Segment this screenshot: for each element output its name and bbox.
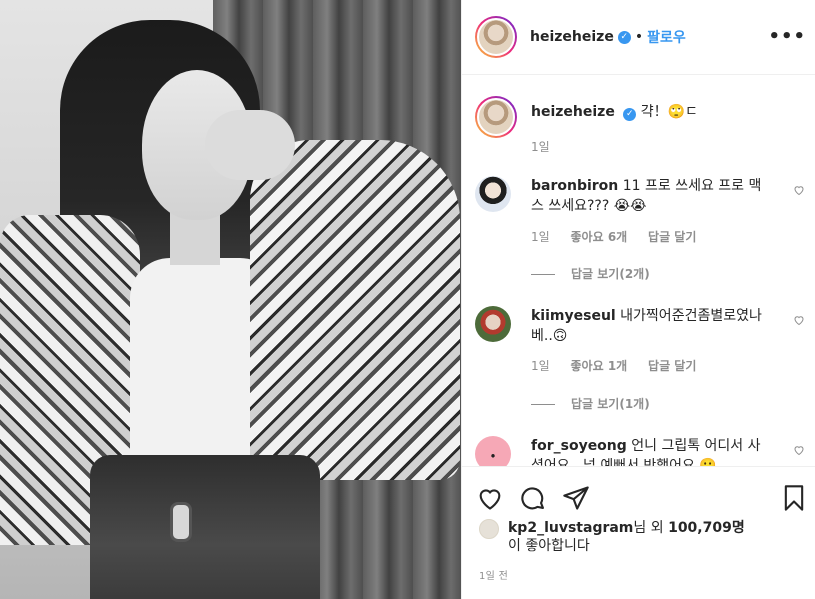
comment-avatar[interactable] [475,306,511,342]
comment-likes[interactable]: 좋아요 1개 [571,359,628,373]
photo-jeans [90,455,320,599]
caption-text: 갹！🙄ㄷ [640,104,698,120]
comment-bubble-icon[interactable] [519,484,547,512]
post-actions: kp2_luvstagram님 외 100,709명 이 좋아합니다 1일 전 [462,466,815,599]
post-header: heizeheize ✓ • 팔로우 ••• [462,0,815,75]
more-options-icon[interactable]: ••• [768,26,806,47]
view-replies-button[interactable]: 답글 보기(2개) [531,265,650,282]
likes-suffix: 님 외 [633,520,664,536]
likes-summary[interactable]: kp2_luvstagram님 외 100,709명 이 좋아합니다 [479,519,745,555]
comment-likes[interactable]: 좋아요 6개 [571,230,628,244]
author-avatar[interactable] [475,16,517,58]
liker-username[interactable]: kp2_luvstagram [508,520,633,536]
comment-time: 1일 [531,230,550,244]
comments-list[interactable]: heizeheize ✓ 갹！🙄ㄷ 1일 baronbiron 11 프로 쓰세… [462,76,815,466]
caption-author-avatar[interactable] [475,96,517,138]
comment-username[interactable]: kiimyeseul [531,308,616,324]
caption-time: 1일 [531,140,550,154]
comment-like-heart-icon[interactable] [793,184,805,196]
author-username[interactable]: heizeheize [530,29,614,45]
photo-jacket-right [250,140,460,480]
view-replies-button[interactable]: 답글 보기(1개) [531,395,650,412]
comment-reply-button[interactable]: 답글 달기 [648,359,696,373]
post-caption: heizeheize ✓ 갹！🙄ㄷ 1일 [475,96,805,155]
comment-username[interactable]: baronbiron [531,178,618,194]
photo-hand-v-sign [205,110,295,180]
share-send-icon[interactable] [562,484,590,512]
verified-badge-icon: ✓ [623,108,637,121]
comment-time: 1일 [531,359,550,373]
verified-badge-icon: ✓ [617,30,631,44]
view-replies-label: 답글 보기(1개) [571,397,650,411]
post-sidebar: heizeheize ✓ • 팔로우 ••• heizeheize ✓ 갹！🙄ㄷ… [461,0,815,599]
comment-reply-button[interactable]: 답글 달기 [648,230,696,244]
comment-like-heart-icon[interactable] [793,444,805,456]
header-separator: • [634,29,644,45]
liker-avatar[interactable] [479,519,499,539]
comment-like-heart-icon[interactable] [793,314,805,326]
caption-username[interactable]: heizeheize [531,104,615,120]
likes-line2: 이 좋아합니다 [508,538,590,554]
follow-button[interactable]: 팔로우 [647,27,686,47]
photo-belt-buckle [170,502,192,542]
post-photo[interactable] [0,0,461,599]
comment-avatar[interactable] [475,176,511,212]
like-heart-icon[interactable] [476,484,504,512]
post-timestamp[interactable]: 1일 전 [479,567,508,582]
comment-username[interactable]: for_soyeong [531,438,627,454]
likes-count[interactable]: 100,709명 [668,520,745,536]
comment-avatar[interactable] [475,436,511,466]
view-replies-label: 답글 보기(2개) [571,267,650,281]
save-bookmark-icon[interactable] [780,484,808,512]
